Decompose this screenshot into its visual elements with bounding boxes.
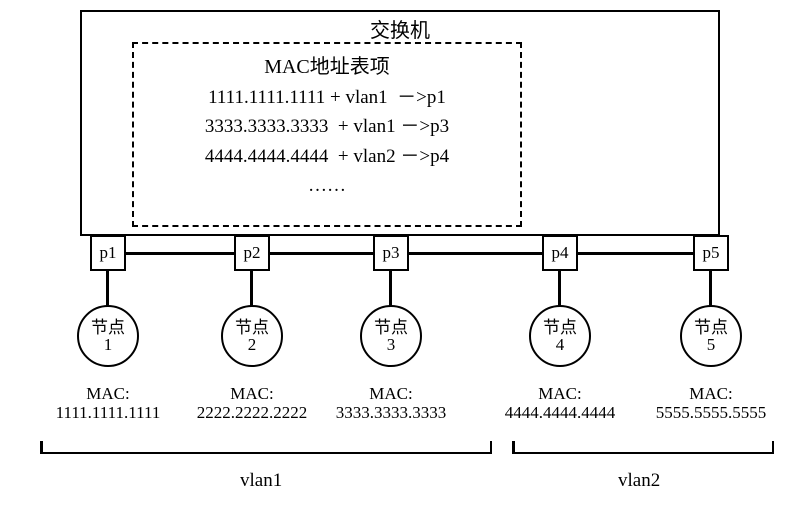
mac-label-line1: MAC: <box>40 385 176 404</box>
mac-label-line2: 3333.3333.3333 <box>323 404 459 423</box>
mac-label-line1: MAC: <box>184 385 320 404</box>
vlan1-bracket <box>40 440 492 454</box>
port-label: p1 <box>100 243 117 263</box>
stem <box>558 271 561 307</box>
mac-label-line2: 1111.1111.1111 <box>40 404 176 423</box>
port-p3: p3 <box>373 235 409 271</box>
node-label-line1: 节点 <box>374 319 408 336</box>
stem <box>106 271 109 307</box>
port-label: p4 <box>552 243 569 263</box>
switch-title: 交换机 <box>370 14 430 43</box>
node-label-line2: 1 <box>104 336 113 353</box>
node-3: 节点 3 <box>360 305 422 367</box>
mac-table-row: 3333.3333.3333 + vlan1 －>p3 <box>134 112 520 141</box>
node-4: 节点 4 <box>529 305 591 367</box>
port-label: p3 <box>383 243 400 263</box>
mac-table-row: …… <box>134 171 520 200</box>
mac-table-row: 1111.1111.1111 + vlan1 －>p1 <box>134 83 520 112</box>
node-label-line1: 节点 <box>543 319 577 336</box>
mac-table-row: 4444.4444.4444 + vlan2 －>p4 <box>134 142 520 171</box>
node-label-line2: 5 <box>707 336 716 353</box>
port-label: p2 <box>244 243 261 263</box>
port-p4: p4 <box>542 235 578 271</box>
mac-label-line1: MAC: <box>323 385 459 404</box>
stem <box>709 271 712 307</box>
mac-label-line2: 2222.2222.2222 <box>184 404 320 423</box>
mac-label-5: MAC: 5555.5555.5555 <box>643 385 779 422</box>
mac-label-3: MAC: 3333.3333.3333 <box>323 385 459 422</box>
port-p2: p2 <box>234 235 270 271</box>
vlan2-bracket <box>512 440 774 454</box>
mac-address-table: MAC地址表项 1111.1111.1111 + vlan1 －>p1 3333… <box>132 42 522 227</box>
node-1: 节点 1 <box>77 305 139 367</box>
node-5: 节点 5 <box>680 305 742 367</box>
port-label: p5 <box>703 243 720 263</box>
mac-label-2: MAC: 2222.2222.2222 <box>184 385 320 422</box>
port-connector-line <box>108 252 711 255</box>
mac-table-title: MAC地址表项 <box>134 50 520 79</box>
stem <box>250 271 253 307</box>
mac-label-4: MAC: 4444.4444.4444 <box>492 385 628 422</box>
vlan2-label: vlan2 <box>618 470 660 492</box>
mac-label-line1: MAC: <box>492 385 628 404</box>
port-p5: p5 <box>693 235 729 271</box>
node-label-line1: 节点 <box>235 319 269 336</box>
port-p1: p1 <box>90 235 126 271</box>
node-label-line1: 节点 <box>694 319 728 336</box>
mac-label-line1: MAC: <box>643 385 779 404</box>
mac-label-line2: 4444.4444.4444 <box>492 404 628 423</box>
node-label-line1: 节点 <box>91 319 125 336</box>
vlan1-label: vlan1 <box>240 470 282 492</box>
node-label-line2: 3 <box>387 336 396 353</box>
switch-box: 交换机 MAC地址表项 1111.1111.1111 + vlan1 －>p1 … <box>80 10 720 236</box>
stem <box>389 271 392 307</box>
mac-label-line2: 5555.5555.5555 <box>643 404 779 423</box>
mac-label-1: MAC: 1111.1111.1111 <box>40 385 176 422</box>
node-label-line2: 2 <box>248 336 257 353</box>
node-label-line2: 4 <box>556 336 565 353</box>
node-2: 节点 2 <box>221 305 283 367</box>
